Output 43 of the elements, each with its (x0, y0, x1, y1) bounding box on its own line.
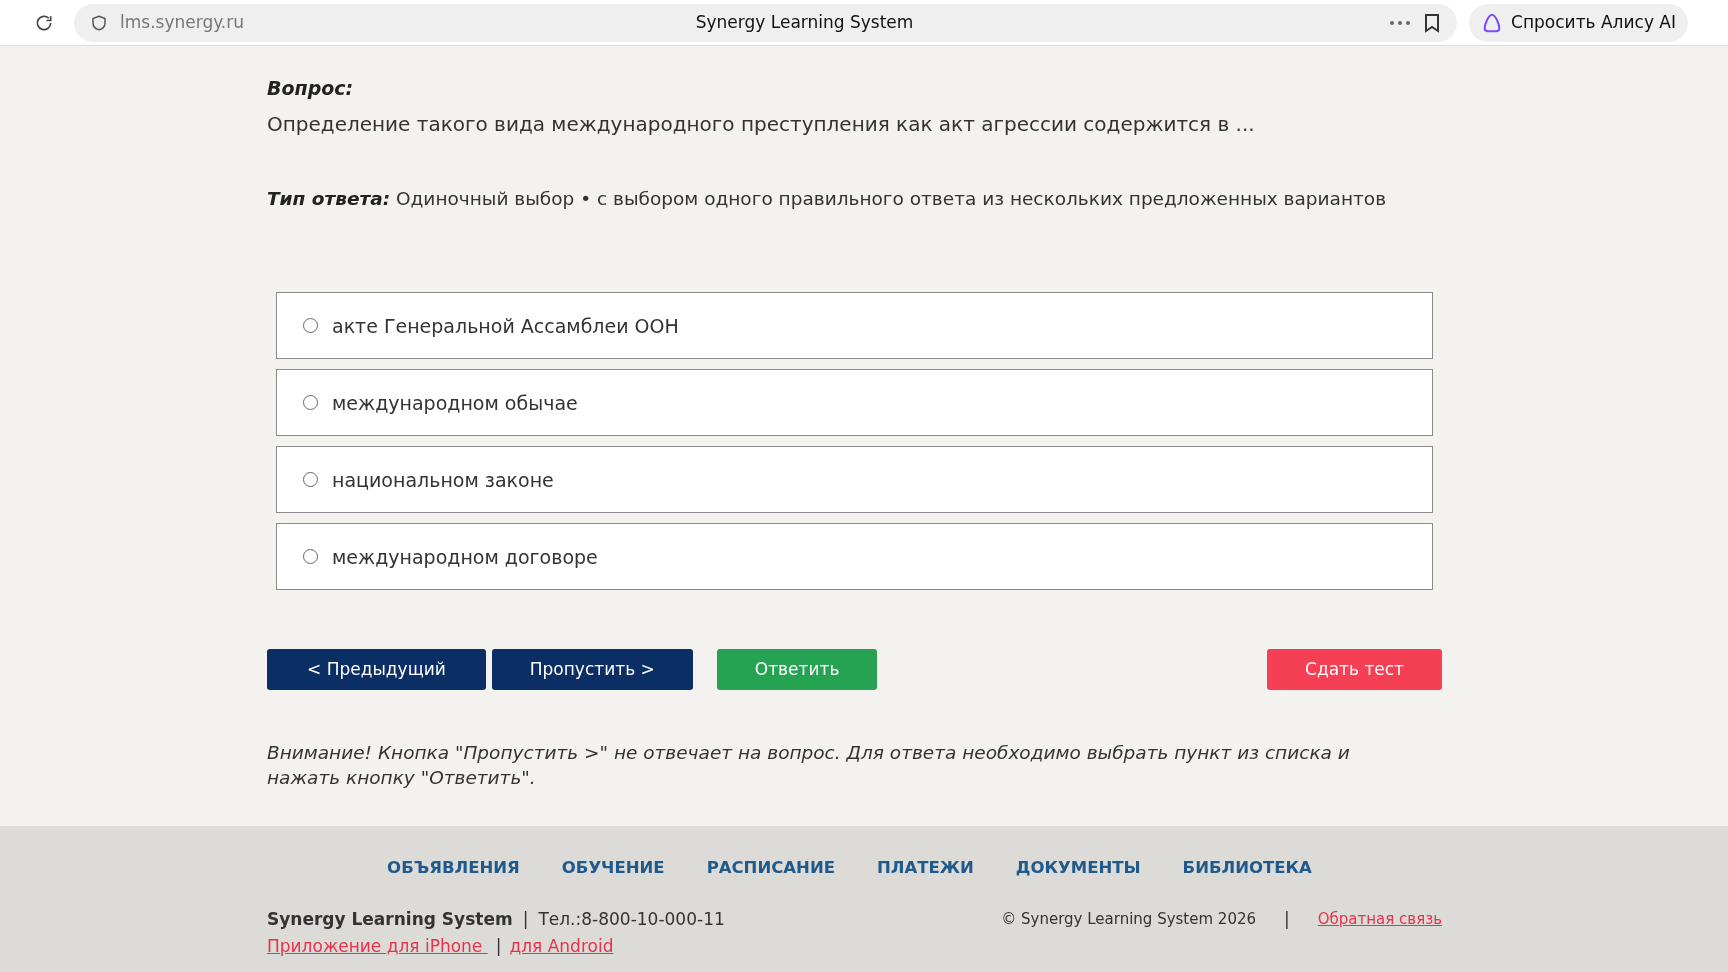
answer-option[interactable]: международном обычае (276, 369, 1433, 437)
radio-button[interactable] (303, 395, 318, 411)
answer-type: Тип ответа: Одиночный выбор • с выбором одного правильного ответа из нескольких предложенных вариантов (267, 186, 1388, 211)
separator-text: | (522, 907, 529, 931)
radio-button[interactable] (303, 549, 318, 565)
separator-text: | (495, 935, 502, 959)
footer-nav-link[interactable]: ОБЪЯВЛЕНИЯ (387, 856, 520, 881)
iphone-app-link[interactable]: Приложение для iPhone (267, 934, 488, 960)
footer-brand: Synergy Learning System (267, 907, 513, 931)
footer-nav-link[interactable]: ДОКУМЕНТЫ (1015, 856, 1141, 881)
answer-option[interactable]: национальном законе (276, 446, 1433, 514)
navigation-button[interactable]: Пропустить > (491, 649, 693, 691)
question-text: Определение такого вида международного преступления как акт агрессии содержится в ... (267, 110, 1256, 138)
feedback-link[interactable]: Обратная связь (1317, 908, 1442, 931)
assistant-button[interactable]: Спросить Алису AI (1469, 3, 1688, 42)
notice-text: Внимание! Кнопка "Пропустить >" не отвечает на вопрос. Для ответа необходимо выбрать пункт из списка и нажать кнопку "Ответить". (267, 741, 1351, 791)
option-label: национальном законе (332, 467, 554, 493)
bookmark-icon[interactable] (1423, 12, 1442, 33)
option-label: акте Генеральной Ассамблеи ООН (332, 313, 679, 339)
question-label: Вопрос: (267, 76, 355, 101)
phone-text: Тел.:8-800-10-000-11 (538, 907, 725, 931)
copyright-text: © Synergy Learning System 2026 (1001, 909, 1257, 931)
answer-option[interactable]: международном договоре (276, 523, 1433, 591)
radio-button[interactable] (303, 472, 318, 488)
android-app-link[interactable]: для Android (509, 934, 614, 960)
shield-icon (90, 13, 108, 32)
option-label: международном обычае (332, 390, 578, 416)
separator-text: | (1284, 907, 1290, 931)
answer-option[interactable]: акте Генеральной Ассамблеи ООН (276, 292, 1433, 360)
radio-button[interactable] (303, 318, 318, 334)
footer-nav-link[interactable]: ПЛАТЕЖИ (877, 856, 974, 881)
option-label: международном договоре (332, 544, 598, 570)
more-icon[interactable] (1389, 19, 1412, 26)
footer-nav-link[interactable]: БИБЛИОТЕКА (1182, 856, 1312, 881)
footer-nav-link[interactable]: ОБУЧЕНИЕ (561, 856, 665, 881)
answer-button[interactable]: Ответить (716, 649, 878, 691)
address-bar[interactable]: lms.synergy.ru Synergy Learning System (74, 3, 1458, 42)
footer-nav-link[interactable]: РАСПИСАНИЕ (706, 856, 835, 881)
page-title: Synergy Learning System (694, 10, 915, 34)
reload-icon[interactable] (34, 12, 54, 33)
navigation-button[interactable]: < Предыдущий (267, 649, 486, 691)
submit-test-button[interactable]: Сдать тест (1267, 649, 1442, 691)
url-text: lms.synergy.ru (120, 10, 245, 34)
